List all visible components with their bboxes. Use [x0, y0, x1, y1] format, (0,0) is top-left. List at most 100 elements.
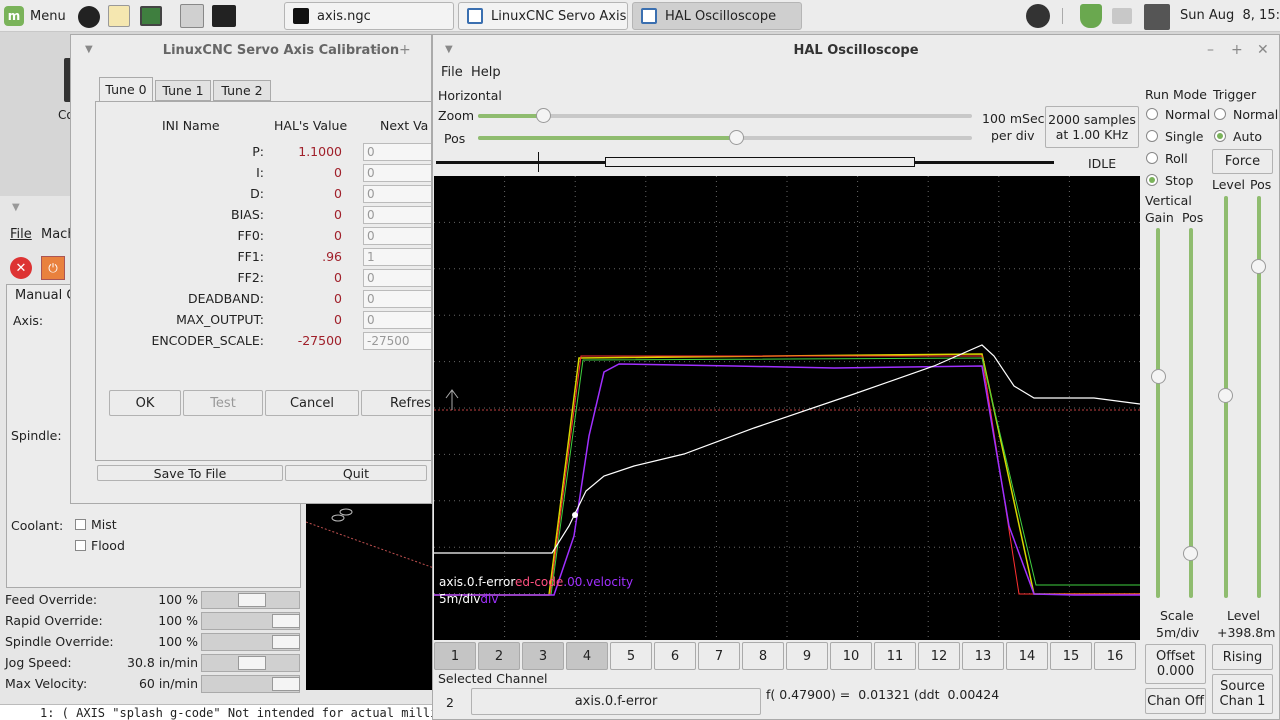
channel-button-2[interactable]: 2 — [478, 642, 520, 670]
channel-button-7[interactable]: 7 — [698, 642, 740, 670]
channel-button-12[interactable]: 12 — [918, 642, 960, 670]
channel-button-3[interactable]: 3 — [522, 642, 564, 670]
force-button[interactable]: Force — [1212, 149, 1273, 174]
rising-button[interactable]: Rising — [1212, 644, 1273, 670]
samples-button[interactable]: 2000 samples at 1.00 KHz — [1045, 106, 1139, 148]
override-slider-handle[interactable] — [272, 677, 300, 691]
channel-button-15[interactable]: 15 — [1050, 642, 1092, 670]
override-slider-handle[interactable] — [238, 656, 266, 670]
menu-file[interactable]: File — [441, 65, 463, 80]
tab-tune-0[interactable]: Tune 0 — [99, 77, 153, 101]
monitor-launcher-icon[interactable] — [140, 6, 162, 26]
machine-power-icon[interactable]: ⏻ — [41, 256, 65, 280]
override-slider[interactable] — [201, 633, 300, 651]
task-axis[interactable]: axis.ngc — [284, 2, 454, 30]
minimize-icon[interactable]: – — [1207, 42, 1214, 58]
trigger-level-knob[interactable] — [1218, 388, 1233, 403]
channel-button-14[interactable]: 14 — [1006, 642, 1048, 670]
maximize-icon[interactable]: + — [1231, 42, 1243, 58]
webcam-tray-icon[interactable] — [1026, 4, 1050, 28]
zoom-slider-knob[interactable] — [536, 108, 551, 123]
gain-slider[interactable] — [1156, 228, 1160, 598]
override-slider[interactable] — [201, 654, 300, 672]
gcode-line[interactable]: 1: ( AXIS "splash g-code" Not intended f… — [40, 706, 434, 720]
maximize-icon[interactable]: + — [399, 42, 411, 58]
task-hal-oscilloscope[interactable]: HAL Oscilloscope — [632, 2, 802, 30]
run-mode-radio[interactable] — [1146, 108, 1158, 120]
channel-button-5[interactable]: 5 — [610, 642, 652, 670]
title-bar[interactable]: HAL Oscilloscope — [433, 35, 1279, 65]
tune-next-value-input[interactable]: 1 — [363, 248, 431, 266]
menu-button[interactable]: m Menu — [4, 4, 66, 28]
tab-manual-control[interactable]: Manual C — [15, 288, 75, 303]
channel-button-1[interactable]: 1 — [434, 642, 476, 670]
trigger-pos-slider[interactable] — [1257, 196, 1261, 598]
channel-button-11[interactable]: 11 — [874, 642, 916, 670]
tab-tune-1[interactable]: Tune 1 — [155, 80, 211, 101]
pos-slider-knob[interactable] — [729, 130, 744, 145]
tab-tune-2[interactable]: Tune 2 — [213, 80, 271, 101]
task-servo-calibration[interactable]: LinuxCNC Servo Axis ... — [458, 2, 628, 30]
terminal-launcher-icon[interactable] — [212, 5, 236, 27]
run-mode-radio[interactable] — [1146, 152, 1158, 164]
tune-next-value-input[interactable]: 0 — [363, 269, 431, 287]
channel-button-10[interactable]: 10 — [830, 642, 872, 670]
channel-button-9[interactable]: 9 — [786, 642, 828, 670]
override-slider-handle[interactable] — [272, 614, 300, 628]
gain-slider-knob[interactable] — [1151, 369, 1166, 384]
shield-check-tray-icon[interactable] — [1080, 4, 1102, 28]
override-slider-handle[interactable] — [238, 593, 266, 607]
channel-button-4[interactable]: 4 — [566, 642, 608, 670]
close-icon[interactable]: ✕ — [1257, 42, 1269, 58]
run-mode-radio[interactable] — [1146, 174, 1158, 186]
record-position-bar[interactable] — [436, 152, 1054, 172]
override-slider[interactable] — [201, 675, 300, 693]
files-launcher-icon[interactable] — [180, 4, 204, 28]
pos-slider[interactable] — [478, 130, 972, 145]
channel-button-6[interactable]: 6 — [654, 642, 696, 670]
save-to-file-button[interactable]: Save To File — [97, 465, 283, 481]
tune-next-value-input[interactable]: 0 — [363, 206, 431, 224]
offset-button[interactable]: Offset 0.000 — [1145, 644, 1206, 684]
network-disconnected-tray-icon[interactable] — [1144, 4, 1170, 30]
override-slider-handle[interactable] — [272, 635, 300, 649]
vpos-slider[interactable] — [1189, 228, 1193, 598]
window-menu-arrow-icon[interactable]: ▼ — [12, 202, 20, 213]
tune-next-value-input[interactable]: 0 — [363, 227, 431, 245]
channel-button-13[interactable]: 13 — [962, 642, 1004, 670]
zoom-slider[interactable] — [478, 108, 972, 123]
cancel-button[interactable]: Cancel — [265, 390, 359, 416]
selected-channel-button[interactable]: axis.0.f-error — [471, 688, 761, 715]
mist-checkbox[interactable] — [75, 519, 86, 530]
scope-display[interactable]: axis.0.f-errored-code.00.velocity 5m/div… — [434, 176, 1140, 640]
tune-next-value-input[interactable]: 0 — [363, 143, 431, 161]
menu-file[interactable]: File — [10, 227, 32, 242]
channel-button-8[interactable]: 8 — [742, 642, 784, 670]
volume-tray-icon[interactable] — [1112, 8, 1132, 24]
test-button[interactable]: Test — [183, 390, 263, 416]
minimize-icon[interactable]: – — [373, 42, 380, 58]
text-editor-launcher-icon[interactable] — [108, 5, 130, 27]
tune-next-value-input[interactable]: -27500 — [363, 332, 431, 350]
tune-next-value-input[interactable]: 0 — [363, 185, 431, 203]
run-mode-radio[interactable] — [1146, 130, 1158, 142]
trigger-mode-radio[interactable] — [1214, 108, 1226, 120]
refresh-button[interactable]: Refres — [361, 390, 431, 416]
preview-canvas[interactable] — [305, 498, 435, 690]
clock[interactable]: Sun Aug 8, 15:14 — [1180, 8, 1280, 23]
source-button[interactable]: Source Chan 1 — [1212, 674, 1273, 714]
window-menu-icon[interactable]: ▼ — [85, 44, 93, 55]
override-slider[interactable] — [201, 591, 300, 609]
window-menu-icon[interactable]: ▼ — [445, 44, 453, 55]
menu-help[interactable]: Help — [471, 65, 501, 80]
flood-checkbox[interactable] — [75, 540, 86, 551]
tux-launcher-icon[interactable] — [78, 6, 100, 28]
tune-next-value-input[interactable]: 0 — [363, 290, 431, 308]
override-slider[interactable] — [201, 612, 300, 630]
tune-next-value-input[interactable]: 0 — [363, 164, 431, 182]
estop-icon[interactable]: ✕ — [10, 257, 32, 279]
trigger-pos-knob[interactable] — [1251, 259, 1266, 274]
chan-off-button[interactable]: Chan Off — [1145, 688, 1206, 714]
channel-button-16[interactable]: 16 — [1094, 642, 1136, 670]
ok-button[interactable]: OK — [109, 390, 181, 416]
